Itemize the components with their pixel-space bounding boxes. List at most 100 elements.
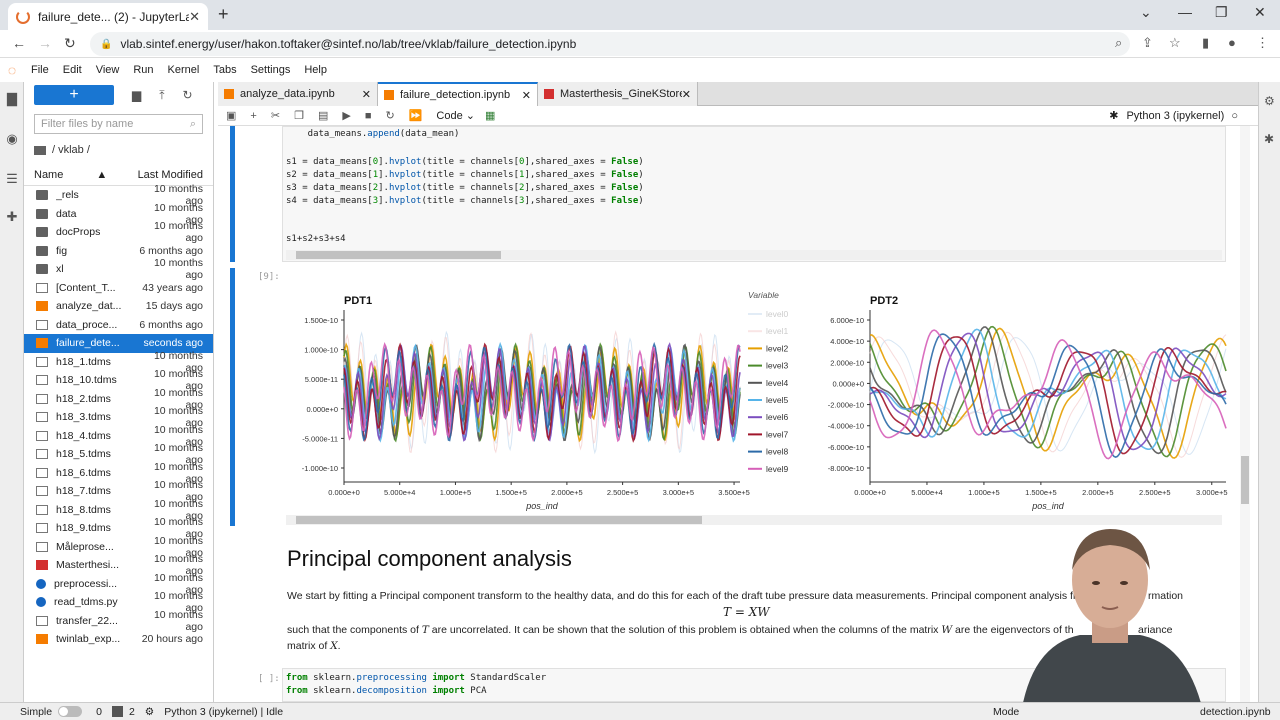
maximize-icon[interactable]: ❐ bbox=[1215, 4, 1228, 21]
minimize-icon[interactable]: — bbox=[1178, 4, 1192, 20]
save-icon[interactable]: ▣ bbox=[226, 109, 236, 122]
debugger-icon[interactable]: ✱ bbox=[1264, 132, 1274, 146]
file-row-6[interactable]: analyze_dat... 15 days ago bbox=[24, 297, 213, 316]
close-window-icon[interactable]: ✕ bbox=[1254, 4, 1266, 21]
x-tick-label: 3.500e+5 bbox=[718, 488, 750, 497]
url-text: vlab.sintef.energy/user/hakon.toftaker@s… bbox=[120, 37, 577, 51]
code-import-1: from sklearn.preprocessing import Standa… bbox=[286, 673, 547, 683]
file-row-2[interactable]: docProps 10 months ago bbox=[24, 220, 213, 244]
run-icon[interactable]: ▶ bbox=[342, 109, 350, 122]
file-icon bbox=[36, 319, 48, 330]
y-tick-label: 6.000e-10 bbox=[830, 316, 864, 325]
tab-search-icon[interactable]: ⌄ bbox=[1140, 4, 1152, 21]
reload-icon[interactable]: ↻ bbox=[64, 35, 76, 52]
chart-title: PDT2 bbox=[870, 295, 898, 307]
toc-icon[interactable]: ☰ bbox=[5, 172, 19, 186]
filter-files-input[interactable]: Filter files by name ⌕ bbox=[34, 114, 203, 134]
y-tick-label: 0.000e+0 bbox=[307, 405, 339, 414]
paste-icon[interactable]: ▤ bbox=[318, 109, 328, 122]
kernel-status[interactable]: Python 3 (ipykernel) | Idle bbox=[164, 706, 283, 718]
menu-tabs[interactable]: Tabs bbox=[206, 64, 243, 76]
x-tick-label: 3.000e+5 bbox=[663, 488, 695, 497]
menu-kernel[interactable]: Kernel bbox=[161, 64, 207, 76]
sidebar-icon[interactable]: ▮ bbox=[1202, 35, 1209, 51]
folder-icon[interactable]: ▇ bbox=[5, 92, 19, 106]
file-row-7[interactable]: data_proce... 6 months ago bbox=[24, 316, 213, 335]
doc-tab-failure-detection[interactable]: failure_detection.ipynb ✕ bbox=[378, 82, 538, 106]
column-name[interactable]: Name ▲ bbox=[34, 169, 129, 181]
share-icon[interactable]: ⇪ bbox=[1142, 35, 1153, 51]
browser-tab[interactable]: failure_dete... (2) - JupyterLab ✕ bbox=[8, 3, 208, 30]
doc-tab-masterthesis[interactable]: Masterthesis_GineKStoren.pc ✕ bbox=[538, 82, 698, 106]
file-row-24[interactable]: twinlab_exp... 20 hours ago bbox=[24, 630, 213, 649]
code-line-0: data_means.append(data_mean) bbox=[286, 129, 460, 139]
cut-icon[interactable]: ✂ bbox=[271, 109, 280, 122]
close-icon[interactable]: ✕ bbox=[362, 88, 371, 101]
profile-avatar-icon[interactable]: ● bbox=[1228, 35, 1236, 50]
scroll-thumb[interactable] bbox=[296, 516, 702, 524]
file-name: failure_dete... bbox=[56, 337, 120, 350]
upload-icon[interactable]: ⤒ bbox=[159, 88, 164, 103]
new-folder-icon[interactable]: ▆ bbox=[132, 88, 141, 102]
simple-mode-toggle[interactable] bbox=[58, 706, 83, 717]
file-icon bbox=[36, 412, 48, 423]
hvplot-output[interactable]: PDT1 1.500e-10 1.000e-10 5.000e-11 0.000e+0 -… bbox=[288, 282, 1232, 512]
url-field[interactable]: 🔒 vlab.sintef.energy/user/hakon.toftaker… bbox=[90, 32, 1130, 56]
property-inspector-icon[interactable]: ⚙ bbox=[1264, 94, 1275, 108]
close-tab-icon[interactable]: ✕ bbox=[189, 9, 200, 25]
kebab-menu-icon[interactable]: ⋮ bbox=[1256, 35, 1269, 51]
menu-settings[interactable]: Settings bbox=[244, 64, 298, 76]
cell-type-select[interactable]: Code ⌄ bbox=[436, 109, 475, 122]
scroll-thumb[interactable] bbox=[296, 251, 501, 259]
bookmark-star-icon[interactable]: ☆ bbox=[1169, 35, 1181, 51]
fast-forward-icon[interactable]: ⏩ bbox=[409, 109, 423, 122]
checklist-icon[interactable]: ▦ bbox=[485, 109, 495, 122]
code-import-2: from sklearn.decomposition import PCA bbox=[286, 686, 487, 696]
legend-label-level7: level7 bbox=[766, 429, 788, 439]
doc-tab-analyze[interactable]: analyze_data.ipynb ✕ bbox=[218, 82, 378, 106]
folder-icon bbox=[36, 227, 48, 238]
breadcrumb[interactable]: / vklab / bbox=[24, 140, 213, 160]
vscroll-thumb[interactable] bbox=[1241, 456, 1249, 504]
file-icon bbox=[36, 375, 48, 386]
new-tab-icon[interactable]: + bbox=[218, 4, 229, 25]
column-last-modified[interactable]: Last Modified bbox=[129, 169, 213, 181]
zoom-icon[interactable]: ⌕ bbox=[1115, 35, 1122, 51]
restart-icon[interactable]: ↻ bbox=[385, 109, 394, 122]
output-hscroll[interactable] bbox=[286, 515, 1222, 525]
menu-edit[interactable]: Edit bbox=[56, 64, 89, 76]
file-name: h18_3.tdms bbox=[56, 411, 111, 424]
file-row-23[interactable]: transfer_22... 10 months ago bbox=[24, 609, 213, 633]
file-row-4[interactable]: xl 10 months ago bbox=[24, 257, 213, 281]
forward-icon[interactable]: → bbox=[38, 35, 52, 51]
code-hscroll[interactable] bbox=[286, 250, 1222, 260]
folder-icon bbox=[34, 145, 46, 155]
kernels-count[interactable]: 2 bbox=[129, 706, 135, 718]
notebook-vscroll[interactable] bbox=[1240, 126, 1250, 702]
markdown-paragraph-1: We start by fitting a Principal componen… bbox=[287, 590, 1076, 602]
menu-file[interactable]: File bbox=[24, 64, 56, 76]
jupyter-menubar: ◌ File Edit View Run Kernel Tabs Setting… bbox=[0, 58, 1280, 82]
file-name: h18_7.tdms bbox=[56, 485, 111, 498]
menu-run[interactable]: Run bbox=[126, 64, 160, 76]
copy-icon[interactable]: ❐ bbox=[294, 109, 304, 122]
extension-icon[interactable]: ✚ bbox=[5, 210, 19, 224]
file-name: xl bbox=[56, 263, 64, 276]
running-icon[interactable]: ◉ bbox=[5, 132, 19, 146]
back-icon[interactable]: ← bbox=[12, 35, 26, 51]
notebook-icon bbox=[384, 90, 394, 100]
terminals-count[interactable]: 0 bbox=[96, 706, 102, 718]
file-name: h18_1.tdms bbox=[56, 355, 111, 368]
kernel-name[interactable]: ✱ Python 3 (ipykernel) ○ bbox=[1109, 109, 1238, 122]
close-icon[interactable]: ✕ bbox=[682, 88, 691, 101]
menu-help[interactable]: Help bbox=[297, 64, 334, 76]
insert-cell-icon[interactable]: + bbox=[250, 110, 256, 122]
file-modified: 15 days ago bbox=[145, 300, 203, 313]
refresh-icon[interactable]: ↻ bbox=[183, 88, 193, 102]
file-row-5[interactable]: [Content_T... 43 years ago bbox=[24, 279, 213, 298]
new-launcher-button[interactable]: + bbox=[34, 85, 114, 105]
menu-view[interactable]: View bbox=[89, 64, 127, 76]
output-cell-indicator bbox=[230, 268, 235, 526]
close-icon[interactable]: ✕ bbox=[522, 89, 531, 102]
stop-icon[interactable]: ■ bbox=[365, 110, 372, 122]
